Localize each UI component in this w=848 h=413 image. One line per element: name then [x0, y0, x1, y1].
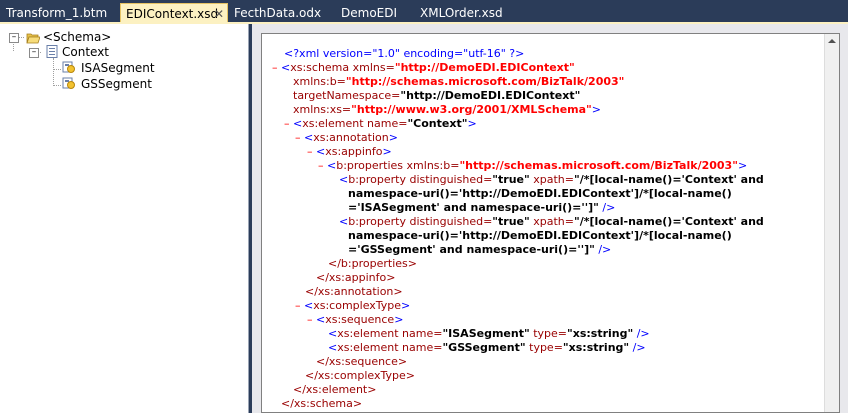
xml-line: xmlns:xs="http://www.w3.org/2001/XMLSche… [293, 103, 602, 116]
xml-line: </xs:annotation> [305, 285, 403, 298]
xml-viewer[interactable]: <?xml version="1.0" encoding="utf-16" ?>… [261, 33, 840, 413]
document-tab-bar: Transform_1.btm EDIContext.xsd ✕ FecthDa… [0, 0, 848, 24]
distinguished-field-icon [62, 61, 75, 73]
xml-view-area: <?xml version="1.0" encoding="utf-16" ?>… [252, 24, 848, 413]
xml-line: ='ISASegment' and namespace-uri()='']" /… [348, 201, 616, 214]
xml-line: targetNamespace="http://DemoEDI.EDIConte… [293, 89, 581, 102]
collapse-icon[interactable]: – [307, 145, 313, 158]
xml-line: </xs:schema> [281, 397, 363, 410]
tree-connector [13, 42, 14, 51]
xml-declaration: <?xml version="1.0" encoding="utf-16" ?> [284, 47, 525, 60]
xml-line: <b:property distinguished="true" xpath="… [339, 215, 764, 228]
collapse-icon[interactable]: – [284, 117, 290, 130]
collapse-icon[interactable]: – [29, 48, 39, 58]
distinguished-field-icon [62, 77, 75, 89]
collapse-icon[interactable]: – [272, 61, 278, 74]
tree-connector [53, 69, 61, 70]
xml-line: – <xs:sequence> [307, 313, 404, 326]
collapse-icon[interactable]: – [318, 159, 324, 172]
tree-connector [53, 85, 61, 86]
xml-line: xmlns:b="http://schemas.microsoft.com/Bi… [293, 75, 625, 88]
xml-line: – <xs:appinfo> [307, 145, 392, 158]
tab-edicontext[interactable]: EDIContext.xsd ✕ [120, 3, 228, 24]
xml-line: – <xs:element name="Context"> [284, 117, 477, 130]
collapse-icon[interactable]: – [9, 33, 19, 43]
xml-line: namespace-uri()='http://DemoEDI.EDIConte… [348, 229, 732, 242]
scroll-up-arrow-icon[interactable] [828, 39, 836, 43]
xml-line: – <xs:complexType> [295, 299, 411, 312]
record-icon [46, 45, 58, 58]
xml-line: ='GSSegment' and namespace-uri()='']" /> [348, 243, 612, 256]
tab-label: EDIContext.xsd [126, 7, 219, 21]
schema-tree-pane: – <Schema> – Context ISASegment GSSegmen… [0, 24, 249, 413]
xml-line: <xs:element name="ISASegment" type="xs:s… [328, 327, 650, 340]
tab-xmlorder[interactable]: XMLOrder.xsd [420, 3, 503, 24]
tree-node-context[interactable]: Context [62, 45, 109, 60]
collapse-icon[interactable]: – [295, 131, 301, 144]
xml-line: – <b:properties xmlns:b="http://schemas.… [318, 159, 748, 172]
xml-line: </xs:appinfo> [316, 271, 396, 284]
xml-line: </xs:complexType> [305, 369, 415, 382]
tree-root-schema[interactable]: <Schema> [43, 30, 111, 45]
xml-line: <b:property distinguished="true" xpath="… [339, 173, 764, 186]
tab-transform[interactable]: Transform_1.btm [6, 3, 107, 24]
folder-open-icon [26, 33, 40, 44]
xml-line: </xs:sequence> [316, 355, 408, 368]
xml-line: </xs:element> [293, 383, 377, 396]
tab-fecthdata[interactable]: FecthData.odx [234, 3, 321, 24]
xml-line: namespace-uri()='http://DemoEDI.EDIConte… [348, 187, 732, 200]
vertical-scrollbar[interactable] [824, 34, 839, 412]
xml-line: – <xs:annotation> [295, 131, 398, 144]
tree-node-gssegment[interactable]: GSSegment [81, 77, 152, 92]
xml-line: – <xs:schema xmlns="http://DemoEDI.EDICo… [272, 61, 575, 74]
xml-line: </b:properties> [328, 257, 417, 270]
collapse-icon[interactable]: – [295, 299, 301, 312]
tree-node-isasegment[interactable]: ISASegment [81, 61, 155, 76]
tree-connector [53, 58, 54, 86]
tab-demoedi[interactable]: DemoEDI [341, 3, 397, 24]
collapse-icon[interactable]: – [307, 313, 313, 326]
xml-line: <xs:element name="GSSegment" type="xs:st… [328, 341, 646, 354]
